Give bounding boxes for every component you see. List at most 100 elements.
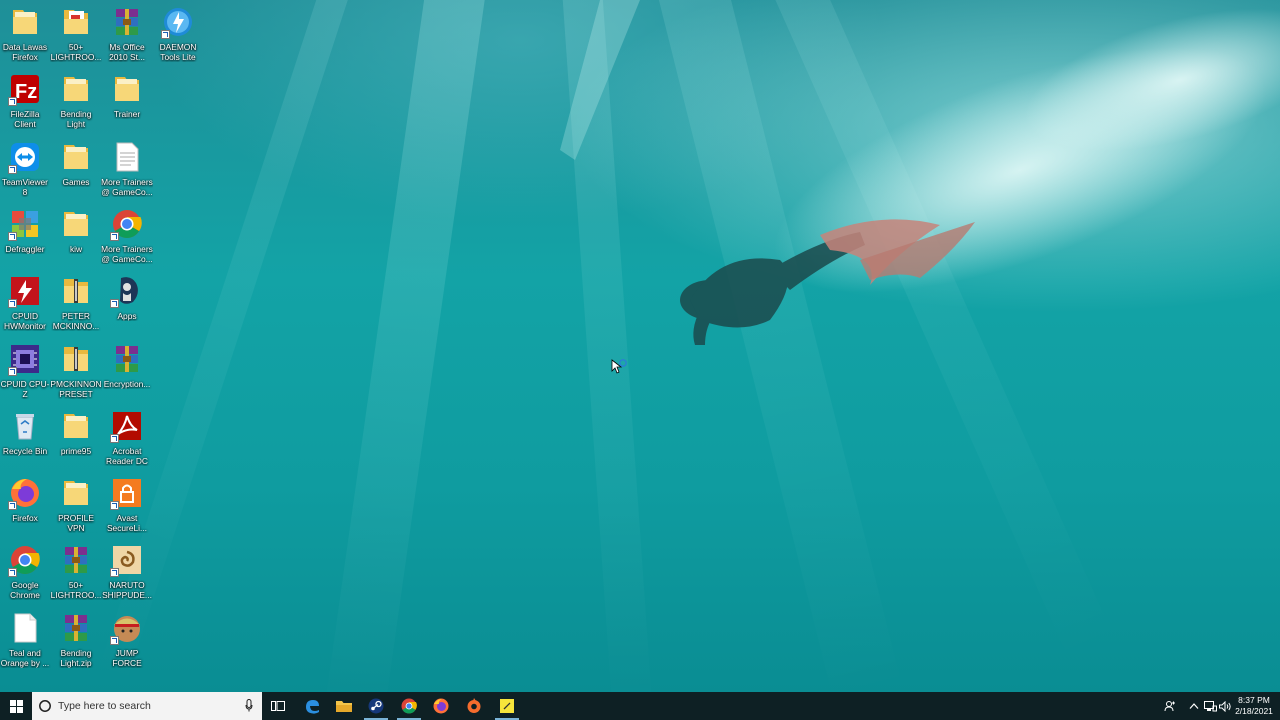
desktop-icon-apps[interactable]: Apps bbox=[102, 273, 152, 339]
desktop-icon-teamviewer-8[interactable]: TeamViewer 8 bbox=[0, 139, 50, 205]
desktop-icon-teal-and-orange-by[interactable]: Teal and Orange by ... bbox=[0, 610, 50, 676]
shortcut-arrow-icon bbox=[161, 30, 170, 39]
desktop-icon-data-lawas-firefox[interactable]: Data Lawas Firefox bbox=[0, 4, 50, 70]
desktop-icon-trainer[interactable]: Trainer bbox=[102, 71, 152, 137]
search-box[interactable]: Type here to search bbox=[32, 692, 262, 720]
winrar-archive-icon bbox=[60, 544, 92, 576]
desktop-icon-label: More Trainers @ GameCo... bbox=[101, 176, 153, 197]
shortcut-arrow-icon bbox=[8, 97, 17, 107]
desktop-icon-ms-office-2010-st[interactable]: Ms Office 2010 St... bbox=[102, 4, 152, 70]
desktop-icon-defraggler[interactable]: Defraggler bbox=[0, 206, 50, 272]
zip-folder-icon bbox=[60, 275, 92, 307]
system-clock[interactable]: 8:37 PM 2/18/2021 bbox=[1232, 695, 1276, 717]
desktop-icon-label: FileZilla Client bbox=[10, 109, 40, 130]
desktop-icon-jump-force[interactable]: JUMP FORCE bbox=[102, 610, 152, 676]
chrome-icon[interactable] bbox=[393, 692, 425, 720]
desktop-icon-label: Bending Light.zip bbox=[60, 647, 92, 668]
windows-logo-icon bbox=[9, 699, 23, 713]
desktop-icon-bending-light[interactable]: Bending Light bbox=[51, 71, 101, 137]
naruto-game-icon bbox=[110, 544, 143, 578]
desktop-icon-50-lightroo[interactable]: 50+ LIGHTROO... bbox=[51, 4, 101, 70]
teamviewer-icon bbox=[8, 141, 41, 174]
steam-icon[interactable] bbox=[360, 692, 392, 720]
desktop-icon-label: Games bbox=[62, 176, 90, 187]
winrar-archive-icon bbox=[60, 612, 92, 644]
desktop-icon-label: PROFILE VPN BARU COY bbox=[58, 513, 94, 534]
firefox-icon bbox=[8, 477, 41, 511]
busy-cursor-icon bbox=[611, 359, 627, 374]
desktop-icon-label: More Trainers @ GameCo... bbox=[101, 243, 153, 264]
desktop-icon-cpuid-cpu-z[interactable]: CPUID CPU-Z bbox=[0, 341, 50, 407]
desktop-icon-daemon-tools-lite[interactable]: DAEMON Tools Lite bbox=[153, 4, 203, 70]
desktop-icon-more-trainers-gameco[interactable]: More Trainers @ GameCo... bbox=[101, 206, 153, 272]
desktop-icon-cpuid-hwmonitor[interactable]: CPUID HWMonitor bbox=[0, 273, 50, 339]
desktop-icon-peter-mckinno[interactable]: PETER MCKINNO... bbox=[51, 273, 101, 339]
cpuz-icon bbox=[8, 343, 41, 376]
desktop-icon-filezilla-client[interactable]: Fz FileZilla Client bbox=[0, 71, 50, 137]
desktop-icon-label: 50+ LIGHTROO... bbox=[50, 580, 102, 601]
desktop-icon-label: PMCKINNON PRESET PA... bbox=[50, 378, 102, 399]
desktop-icon-label: Data Lawas Firefox bbox=[2, 42, 48, 62]
desktop-icon-label: Avast SecureLi... bbox=[106, 513, 148, 534]
firefox-icon[interactable] bbox=[425, 692, 457, 720]
shortcut-arrow-icon bbox=[8, 568, 17, 578]
desktop-icon-label: NARUTO SHIPPUDE... bbox=[102, 580, 152, 601]
origin-icon[interactable] bbox=[458, 692, 490, 720]
shortcut-arrow-icon bbox=[8, 501, 17, 511]
shortcut-arrow-icon bbox=[110, 568, 119, 578]
desktop-icon-pmckinnon-preset-pa[interactable]: PMCKINNON PRESET PA... bbox=[50, 341, 102, 407]
shortcut-arrow-icon bbox=[110, 299, 119, 309]
chrome-icon bbox=[8, 544, 41, 578]
winrar-archive-icon bbox=[111, 6, 143, 38]
desktop-icon-avast-secureli[interactable]: Avast SecureLi... bbox=[102, 475, 152, 541]
folder-icon bbox=[60, 208, 92, 240]
pdf-folder-icon bbox=[60, 6, 92, 38]
shortcut-arrow-icon bbox=[110, 433, 119, 443]
desktop-icon-label: Teal and Orange by ... bbox=[0, 647, 50, 668]
recycle-bin-icon bbox=[9, 410, 41, 442]
shortcut-arrow-icon bbox=[8, 164, 17, 174]
folder-icon bbox=[60, 410, 92, 442]
desktop-icon-kiw[interactable]: kiw bbox=[51, 206, 101, 272]
sticky-notes-icon[interactable] bbox=[491, 692, 523, 720]
start-button[interactable] bbox=[0, 692, 32, 720]
network-icon[interactable] bbox=[1203, 699, 1217, 713]
desktop-icon-firefox[interactable]: Firefox bbox=[0, 475, 50, 541]
file-explorer-icon[interactable] bbox=[328, 692, 360, 720]
desktop-icon-label: CPUID CPU-Z bbox=[0, 378, 50, 399]
desktop-icon-label: Acrobat Reader DC bbox=[106, 445, 148, 466]
desktop-icon-prime95[interactable]: prime95 bbox=[51, 408, 101, 474]
chevron-up-icon[interactable] bbox=[1187, 699, 1201, 713]
diver-scene bbox=[560, 0, 1280, 345]
desktop-icon-acrobat-reader-dc[interactable]: Acrobat Reader DC bbox=[102, 408, 152, 474]
task-view-icon[interactable] bbox=[262, 692, 294, 720]
hwmonitor-icon bbox=[8, 275, 41, 309]
shortcut-arrow-icon bbox=[110, 501, 119, 511]
desktop-icon-encryption[interactable]: Encryption... bbox=[102, 341, 152, 407]
edge-icon[interactable] bbox=[296, 692, 328, 720]
volume-icon[interactable] bbox=[1218, 699, 1232, 713]
microphone-icon[interactable] bbox=[245, 699, 253, 712]
desktop-icon-50-lightroo[interactable]: 50+ LIGHTROO... bbox=[51, 542, 101, 608]
desktop-icon-more-trainers-gameco[interactable]: More Trainers @ GameCo... bbox=[101, 139, 153, 205]
people-icon[interactable] bbox=[1163, 699, 1177, 713]
desktop-icon-recycle-bin[interactable]: Recycle Bin bbox=[0, 408, 50, 474]
desktop-icon-label: kiw bbox=[69, 243, 83, 254]
chrome-icon bbox=[110, 208, 143, 241]
desktop-icon-label: DAEMON Tools Lite bbox=[159, 42, 197, 62]
desktop-icon-label: Bending Light bbox=[60, 109, 92, 130]
desktop-icon-bending-light-zip[interactable]: Bending Light.zip bbox=[51, 610, 101, 676]
avast-secureline-icon bbox=[110, 477, 143, 511]
defraggler-icon bbox=[8, 208, 41, 241]
svg-text:Fz: Fz bbox=[15, 81, 37, 103]
desktop-icon-naruto-shippude[interactable]: NARUTO SHIPPUDE... bbox=[102, 542, 152, 608]
search-icon bbox=[39, 700, 51, 712]
zip-folder-icon bbox=[60, 343, 92, 375]
desktop-icon-label: 50+ LIGHTROO... bbox=[50, 42, 102, 62]
desktop-icon-profile-vpn-baru-coy[interactable]: PROFILE VPN BARU COY bbox=[51, 475, 101, 541]
desktop-icon-label: Apps bbox=[117, 311, 137, 322]
desktop-icon-games[interactable]: Games bbox=[51, 139, 101, 205]
folder-icon bbox=[111, 73, 143, 105]
desktop-icon-google-chrome[interactable]: Google Chrome bbox=[0, 542, 50, 608]
jump-force-icon bbox=[110, 612, 143, 645]
